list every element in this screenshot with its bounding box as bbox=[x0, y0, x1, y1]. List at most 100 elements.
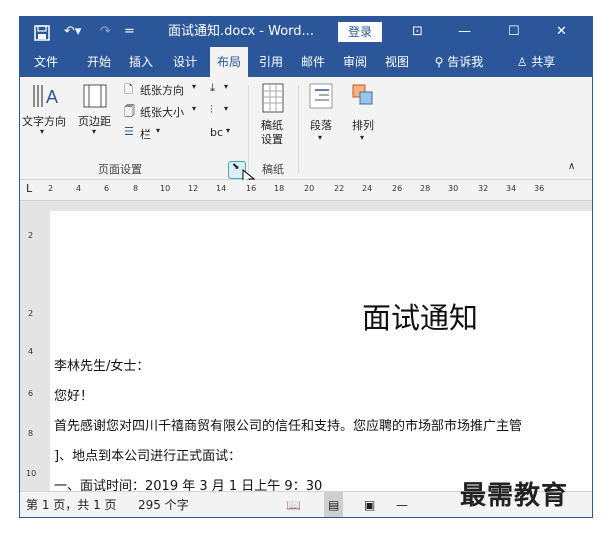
tab-tell-me[interactable]: ⚲ 告诉我 bbox=[424, 47, 494, 77]
document-title-heading[interactable]: 面试通知 bbox=[362, 295, 478, 337]
columns-button[interactable]: ☰ 栏 ▾ bbox=[124, 125, 174, 143]
hyphenation-button[interactable]: bc ▾ bbox=[210, 125, 238, 143]
chevron-down-icon: ▾ bbox=[224, 82, 229, 91]
ruler-number: 36 bbox=[534, 184, 545, 193]
chevron-down-icon: ▾ bbox=[226, 126, 231, 135]
vruler-number: 2 bbox=[28, 231, 34, 240]
chevron-down-icon: ▾ bbox=[92, 127, 97, 136]
text-direction-button[interactable]: A 文字方向 ▾ bbox=[22, 83, 66, 143]
web-layout-icon[interactable]: ▣ bbox=[364, 492, 375, 517]
orientation-icon: 🗋 bbox=[124, 83, 133, 96]
chevron-down-icon: ▾ bbox=[318, 133, 323, 142]
hyphenation-icon: bc bbox=[210, 126, 224, 139]
save-icon[interactable] bbox=[34, 17, 50, 47]
word-count[interactable]: 295 个字 bbox=[138, 492, 189, 517]
tab-home[interactable]: 开始 bbox=[82, 47, 116, 77]
line-numbers-button[interactable]: ⫶ ▾ bbox=[210, 103, 238, 121]
ruler-number: 30 bbox=[448, 184, 459, 193]
manuscript-settings-button[interactable]: 稿纸 设置 bbox=[256, 83, 290, 153]
breaks-icon: ⤓ bbox=[210, 81, 215, 94]
lightbulb-icon: ⚲ bbox=[434, 55, 444, 69]
group-separator bbox=[298, 85, 299, 173]
vruler-number: 2 bbox=[28, 309, 34, 318]
ribbon-display-options-icon[interactable]: ⊡ bbox=[412, 17, 423, 47]
dialog-launcher-icon: ⬊ bbox=[232, 162, 240, 172]
orientation-label: 纸张方向 bbox=[140, 84, 184, 97]
tab-file[interactable]: 文件 bbox=[26, 47, 66, 77]
chevron-down-icon: ▾ bbox=[192, 104, 197, 113]
share-button[interactable]: ♙ 共享 bbox=[506, 47, 566, 77]
redo-icon[interactable]: ↷ bbox=[100, 17, 111, 47]
ruler-number: 6 bbox=[104, 184, 110, 193]
page-count[interactable]: 第 1 页，共 1 页 bbox=[26, 492, 117, 517]
minimize-button[interactable]: — bbox=[458, 17, 471, 47]
undo-icon[interactable]: ↶▾ bbox=[64, 17, 81, 47]
document-line[interactable]: 李林先生/女士： bbox=[54, 355, 149, 374]
ruler-number: 8 bbox=[133, 184, 139, 193]
paragraph-label: 段落 bbox=[310, 119, 332, 132]
watermark-logo: 最需教育 bbox=[460, 481, 569, 511]
breaks-button[interactable]: ⤓ ▾ bbox=[210, 81, 238, 99]
collapse-ribbon-icon[interactable]: ∧ bbox=[568, 161, 575, 172]
arrange-button[interactable]: 排列 ▾ bbox=[346, 83, 380, 153]
text-direction-icon: A bbox=[33, 85, 58, 107]
vruler-number: 6 bbox=[28, 389, 34, 398]
document-title: 面试通知.docx - Word... bbox=[168, 24, 314, 39]
vruler-number: 8 bbox=[28, 429, 34, 438]
ruler-number: 4 bbox=[76, 184, 82, 193]
ruler-number: 26 bbox=[392, 184, 403, 193]
orientation-button[interactable]: 🗋 纸张方向 ▾ bbox=[124, 81, 200, 99]
tab-selector[interactable]: L bbox=[26, 182, 32, 195]
manuscript-icon bbox=[262, 83, 284, 113]
maximize-button[interactable]: ☐ bbox=[508, 17, 520, 47]
tab-insert[interactable]: 插入 bbox=[124, 47, 158, 77]
ruler-number: 16 bbox=[246, 184, 257, 193]
tab-view[interactable]: 视图 bbox=[380, 47, 414, 77]
arrange-icon bbox=[352, 84, 373, 105]
read-mode-icon[interactable]: 📖 bbox=[286, 492, 301, 517]
person-icon: ♙ bbox=[516, 55, 528, 69]
size-label: 纸张大小 bbox=[140, 106, 184, 119]
ruler-number: 22 bbox=[334, 184, 345, 193]
close-button[interactable]: ✕ bbox=[556, 17, 567, 47]
paragraph-icon bbox=[309, 83, 333, 109]
login-button[interactable]: 登录 bbox=[338, 22, 382, 42]
tab-mailings[interactable]: 邮件 bbox=[296, 47, 330, 77]
ruler-number: 32 bbox=[478, 184, 489, 193]
ruler-number: 2 bbox=[48, 184, 54, 193]
document-line[interactable]: ]、地点到本公司进行正式面试： bbox=[54, 445, 241, 464]
print-layout-icon[interactable]: ▤ bbox=[324, 492, 344, 517]
customize-quick-access-icon[interactable]: = bbox=[124, 17, 135, 47]
word-window: ↶▾ ↷ = 面试通知.docx - Word... 登录 ⊡ — ☐ ✕ 文件… bbox=[19, 16, 593, 518]
tab-layout[interactable]: 布局 bbox=[210, 47, 248, 77]
ribbon: A 文字方向 ▾ 页边距 ▾ 🗋 纸张方向 ▾ 🗍 纸张大小 ▾ ☰ 栏 ▾ ⤓… bbox=[20, 77, 592, 187]
chevron-down-icon: ▾ bbox=[156, 126, 161, 135]
size-button[interactable]: 🗍 纸张大小 ▾ bbox=[124, 103, 200, 121]
chevron-down-icon: ▾ bbox=[224, 104, 229, 113]
margins-button[interactable]: 页边距 ▾ bbox=[78, 83, 118, 143]
ruler-number: 10 bbox=[160, 184, 171, 193]
arrange-label: 排列 bbox=[352, 119, 374, 132]
manuscript-group-label: 稿纸 bbox=[262, 163, 284, 176]
document-page[interactable]: 面试通知 李林先生/女士： 您好！ 首先感谢您对四川千禧商贸有限公司的信任和支持… bbox=[50, 211, 592, 491]
ruler-number: 14 bbox=[216, 184, 227, 193]
document-line[interactable]: 您好！ bbox=[54, 385, 93, 404]
tab-review[interactable]: 审阅 bbox=[338, 47, 372, 77]
tab-references[interactable]: 引用 bbox=[254, 47, 288, 77]
chevron-down-icon: ▾ bbox=[360, 133, 365, 142]
ruler-number: 24 bbox=[362, 184, 373, 193]
ruler-number: 34 bbox=[506, 184, 517, 193]
share-label: 共享 bbox=[531, 55, 556, 69]
columns-label: 栏 bbox=[140, 128, 151, 141]
tab-design[interactable]: 设计 bbox=[168, 47, 202, 77]
zoom-out-icon[interactable]: — bbox=[396, 492, 408, 517]
horizontal-ruler: L 2 4 6 8 10 12 14 16 18 20 22 24 26 28 … bbox=[20, 180, 592, 201]
ribbon-tabs: 文件 开始 插入 设计 布局 引用 邮件 审阅 视图 ⚲ 告诉我 ♙ 共享 bbox=[20, 47, 592, 77]
document-line[interactable]: 首先感谢您对四川千禧商贸有限公司的信任和支持。您应聘的市场部市场推广主管 bbox=[54, 415, 522, 434]
columns-icon: ☰ bbox=[124, 125, 134, 138]
vertical-ruler: 2 2 4 6 8 10 bbox=[20, 201, 44, 491]
vruler-number: 4 bbox=[28, 347, 34, 356]
document-line[interactable]: 一、面试时间：2019 年 3 月 1 日上午 9：30 bbox=[54, 475, 322, 491]
svg-text:A: A bbox=[46, 87, 58, 107]
paragraph-button[interactable]: 段落 ▾ bbox=[304, 83, 338, 153]
